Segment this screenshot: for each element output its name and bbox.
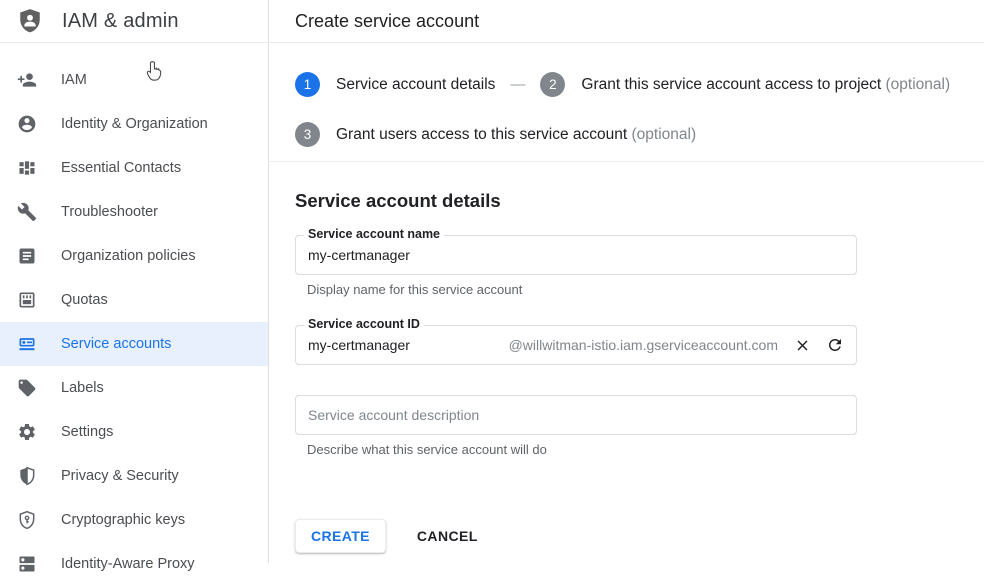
stepper-row-2: 3 Grant users access to this service acc…: [295, 122, 974, 147]
sidebar-item-identity-aware-proxy[interactable]: Identity-Aware Proxy: [0, 542, 268, 586]
sidebar-item-settings[interactable]: Settings: [0, 410, 268, 454]
sidebar-item-labels[interactable]: Labels: [0, 366, 268, 410]
service-account-description-box: [295, 395, 857, 435]
quota-icon: [17, 290, 37, 310]
sidebar-item-label: Labels: [61, 380, 104, 396]
sidebar-header: IAM & admin: [0, 0, 268, 43]
step-3-label: Grant users access to this service accou…: [336, 126, 696, 144]
step-3-optional: (optional): [632, 126, 697, 143]
sidebar-item-iam[interactable]: IAM: [0, 58, 268, 102]
sidebar-item-service-accounts[interactable]: Service accounts: [0, 322, 268, 366]
service-account-description-helper: Describe what this service account will …: [307, 442, 984, 457]
service-account-icon: [17, 334, 37, 354]
gear-icon: [17, 422, 37, 442]
step-1-circle: 1: [295, 72, 320, 97]
sidebar-item-label: Identity-Aware Proxy: [61, 556, 195, 572]
sidebar-item-quotas[interactable]: Quotas: [0, 278, 268, 322]
sidebar-item-label: IAM: [61, 72, 87, 88]
service-account-id-domain-suffix: @willwitman-istio.iam.gserviceaccount.co…: [509, 337, 778, 353]
create-button[interactable]: CREATE: [295, 519, 386, 553]
account-circle-icon: [17, 114, 37, 134]
sidebar-item-essential-contacts[interactable]: Essential Contacts: [0, 146, 268, 190]
sidebar-item-label: Essential Contacts: [61, 160, 181, 176]
service-account-id-input[interactable]: [308, 337, 478, 353]
sidebar-item-label: Privacy & Security: [61, 468, 179, 484]
section-title: Service account details: [295, 190, 984, 212]
stepper-row-1: 1 Service account details — 2 Grant this…: [295, 72, 974, 97]
sidebar-item-organization-policies[interactable]: Organization policies: [0, 234, 268, 278]
wrench-icon: [17, 202, 37, 222]
step-2-label: Grant this service account access to pro…: [581, 76, 950, 94]
service-account-id-box: @willwitman-istio.iam.gserviceaccount.co…: [295, 325, 857, 365]
sidebar-item-label: Organization policies: [61, 248, 196, 264]
proxy-server-icon: [17, 554, 37, 574]
service-account-description-field: [295, 395, 857, 435]
service-account-description-input[interactable]: [308, 407, 844, 423]
step-2-circle: 2: [540, 72, 565, 97]
page-title: Create service account: [295, 11, 479, 32]
sidebar-item-privacy-security[interactable]: Privacy & Security: [0, 454, 268, 498]
step-2-text: Grant this service account access to pro…: [581, 76, 881, 93]
service-account-name-input[interactable]: [308, 247, 844, 263]
sidebar: IAM & admin IAM Identity & Organization …: [0, 0, 269, 563]
main-header: Create service account: [270, 0, 984, 43]
document-icon: [17, 246, 37, 266]
main-content: Create service account 1 Service account…: [270, 0, 984, 563]
refresh-icon: [826, 336, 844, 354]
sidebar-item-cryptographic-keys[interactable]: Cryptographic keys: [0, 498, 268, 542]
form-actions: CREATE CANCEL: [295, 519, 984, 553]
service-account-id-label: Service account ID: [304, 317, 424, 331]
step-1-label: Service account details: [336, 76, 495, 94]
sidebar-nav: IAM Identity & Organization Essential Co…: [0, 43, 268, 586]
service-account-name-helper: Display name for this service account: [307, 282, 984, 297]
step-3-text: Grant users access to this service accou…: [336, 126, 627, 143]
contacts-blocks-icon: [17, 158, 37, 178]
service-account-id-field: Service account ID @willwitman-istio.iam…: [295, 325, 857, 365]
step-connector: —: [510, 76, 525, 93]
sidebar-item-label: Service accounts: [61, 336, 171, 352]
step-2-optional: (optional): [886, 76, 951, 93]
sidebar-item-label: Troubleshooter: [61, 204, 158, 220]
service-account-name-field: Service account name: [295, 235, 857, 275]
cancel-button[interactable]: CANCEL: [415, 520, 480, 552]
sidebar-item-label: Identity & Organization: [61, 116, 208, 132]
service-account-name-box: [295, 235, 857, 275]
stepper: 1 Service account details — 2 Grant this…: [270, 43, 984, 147]
iam-shield-logo-icon: [17, 7, 43, 35]
service-account-name-label: Service account name: [304, 227, 444, 241]
section-divider: [270, 161, 984, 162]
sidebar-item-label: Settings: [61, 424, 113, 440]
clear-id-button[interactable]: [793, 336, 811, 354]
sidebar-item-label: Quotas: [61, 292, 108, 308]
sidebar-item-label: Cryptographic keys: [61, 512, 185, 528]
sidebar-item-identity-organization[interactable]: Identity & Organization: [0, 102, 268, 146]
sidebar-item-troubleshooter[interactable]: Troubleshooter: [0, 190, 268, 234]
shield-key-icon: [17, 510, 37, 530]
step-3-circle: 3: [295, 122, 320, 147]
tag-icon: [17, 378, 37, 398]
shield-half-icon: [17, 466, 37, 486]
person-add-icon: [17, 70, 37, 90]
app-title: IAM & admin: [62, 10, 179, 33]
regenerate-id-button[interactable]: [826, 336, 844, 354]
close-icon: [794, 337, 811, 354]
